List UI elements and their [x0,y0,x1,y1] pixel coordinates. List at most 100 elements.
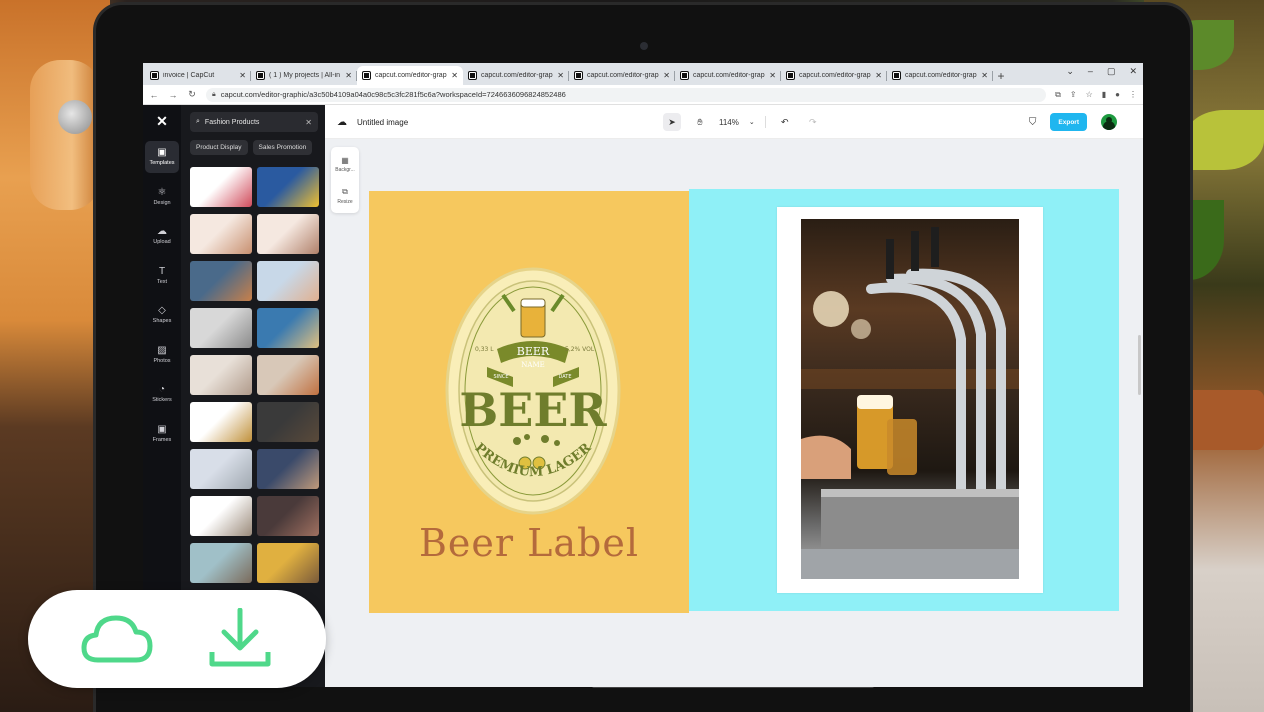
lamp-knob [58,100,92,134]
close-tab-icon[interactable]: ✕ [769,71,776,80]
rail-item-templates[interactable]: ▣ Templates [145,141,179,173]
browser-tab[interactable]: capcut.com/editor-grap ✕ [675,66,781,85]
capcut-logo-icon[interactable]: ✕ [154,113,170,129]
share-icon[interactable]: ⇪ [1070,90,1077,100]
address-bar-actions: ⧉ ⇪ ☆ ▮ ● ⋮ [1055,90,1137,100]
rail-item-frames[interactable]: ▣ Frames [145,418,179,450]
rail-item-stickers[interactable]: ◔ Stickers [145,378,179,410]
resize-tool-label: Resize [337,199,353,205]
browser-tab[interactable]: capcut.com/editor-grap ✕ [569,66,675,85]
browser-menu-icon[interactable]: ⋮ [1129,90,1137,100]
clear-search-icon[interactable]: ✕ [305,118,312,127]
new-tab-button[interactable]: + [993,66,1009,85]
url-text: capcut.com/editor-graphic/a3c50b4109a04a… [220,90,566,99]
template-thumbnail[interactable] [190,261,252,301]
template-thumbnail[interactable] [190,543,252,583]
minimize-button[interactable]: – [1088,66,1093,77]
browser-tab-label: capcut.com/editor-grap [799,72,871,79]
template-thumbnail[interactable] [257,308,319,348]
url-field[interactable]: 🔒︎ capcut.com/editor-graphic/a3c50b4109a… [206,87,1047,102]
beer-tap-illustration [801,227,1019,579]
close-tab-icon[interactable]: ✕ [981,71,988,80]
template-thumbnail[interactable] [257,261,319,301]
user-avatar[interactable] [1101,114,1117,130]
bookmark-star-icon[interactable]: ☆ [1086,90,1093,100]
template-thumbnail[interactable] [257,214,319,254]
template-thumbnail[interactable] [257,543,319,583]
beer-label-caption[interactable]: Beer Label [369,521,689,565]
close-tab-icon[interactable]: ✕ [345,71,352,80]
upload-icon: ☁ [157,226,167,237]
search-icon: ⌕ [196,118,200,125]
template-search-input[interactable]: ⌕ Fashion Products ✕ [190,112,318,132]
export-button[interactable]: Export [1050,113,1087,131]
reload-icon[interactable]: ↻ [187,89,197,100]
rail-item-label: Shapes [152,318,172,324]
rail-item-text[interactable]: T Text [145,260,179,292]
template-thumbnail[interactable] [190,355,252,395]
beer-label-graphic[interactable]: BEER NAME 0,33 L 5,2% VOL SINCE DATE BEE… [369,191,689,521]
back-icon[interactable]: ← [149,90,159,100]
toolbar-right: ⛉ Export [1029,105,1117,139]
forward-icon[interactable]: → [168,90,178,100]
resize-tool[interactable]: ⧉ Resize [331,181,359,211]
capcut-favicon-icon [574,71,583,80]
since-text: SINCE [493,374,508,380]
template-thumbnail[interactable] [190,214,252,254]
background-tool[interactable]: ▦ Backgr... [331,149,359,179]
template-thumbnail[interactable] [190,402,252,442]
template-thumbnail[interactable] [257,496,319,536]
close-tab-icon[interactable]: ✕ [451,71,458,80]
close-tab-icon[interactable]: ✕ [239,71,246,80]
select-tool-icon[interactable]: ➤ [663,113,681,131]
template-thumbnail[interactable] [190,496,252,536]
browser-tab-label: invoice | CapCut [163,72,215,79]
zoom-level[interactable]: 114% [719,118,739,127]
hand-tool-icon[interactable]: ✋︎ [691,113,709,131]
cloud-icon [81,615,153,663]
profile-icon[interactable]: ● [1115,90,1120,100]
design-left-panel[interactable]: BEER NAME 0,33 L 5,2% VOL SINCE DATE BEE… [369,191,689,613]
template-thumbnail[interactable] [257,449,319,489]
tab-search-icon[interactable]: ⌄ [1066,66,1074,77]
browser-tab[interactable]: invoice | CapCut ✕ [145,66,251,85]
date-text: DATE [558,374,571,380]
close-tab-icon[interactable]: ✕ [557,71,564,80]
design-right-panel[interactable] [689,189,1119,611]
rail-item-upload[interactable]: ☁ Upload [145,220,179,252]
browser-tab[interactable]: capcut.com/editor-grap ✕ [887,66,993,85]
zoom-dropdown-icon[interactable]: ⌄ [749,118,755,126]
close-window-button[interactable]: ✕ [1129,66,1137,77]
translate-icon[interactable]: ⧉ [1055,90,1061,100]
template-thumbnail[interactable] [257,355,319,395]
undo-icon[interactable]: ↶ [776,113,794,131]
cloud-sync-icon[interactable]: ☁ [337,117,347,128]
chip-sales-promotion[interactable]: Sales Promotion [252,140,313,155]
template-thumbnail[interactable] [190,308,252,348]
close-tab-icon[interactable]: ✕ [875,71,882,80]
template-thumbnail[interactable] [190,449,252,489]
browser-tab[interactable]: capcut.com/editor-grap ✕ [357,66,463,85]
document-title[interactable]: Untitled image [357,118,408,127]
rail-item-photos[interactable]: ▨ Photos [145,339,179,371]
photo-frame[interactable] [777,207,1043,593]
template-thumbnail[interactable] [257,167,319,207]
rail-item-shapes[interactable]: ◇ Shapes [145,299,179,331]
beer-tap-photo[interactable] [801,219,1019,579]
canvas-scrollbar[interactable] [1138,335,1141,395]
template-thumbnail[interactable] [257,402,319,442]
rail-item-design[interactable]: ⚛ Design [145,181,179,213]
browser-tab[interactable]: capcut.com/editor-grap ✕ [463,66,569,85]
close-tab-icon[interactable]: ✕ [663,71,670,80]
templates-icon: ▣ [157,147,167,158]
restore-button[interactable]: ▢ [1107,66,1116,77]
shapes-icon: ◇ [158,305,166,316]
browser-tab[interactable]: ( 1 ) My projects | All-in ✕ [251,66,357,85]
shield-icon[interactable]: ⛉ [1029,117,1037,128]
sidebar-icon[interactable]: ▮ [1102,90,1106,100]
browser-tab[interactable]: capcut.com/editor-grap ✕ [781,66,887,85]
redo-icon[interactable]: ↷ [804,113,822,131]
chip-product-display[interactable]: Product Display [190,140,248,155]
template-thumbnail[interactable] [190,167,252,207]
capcut-favicon-icon [362,71,371,80]
